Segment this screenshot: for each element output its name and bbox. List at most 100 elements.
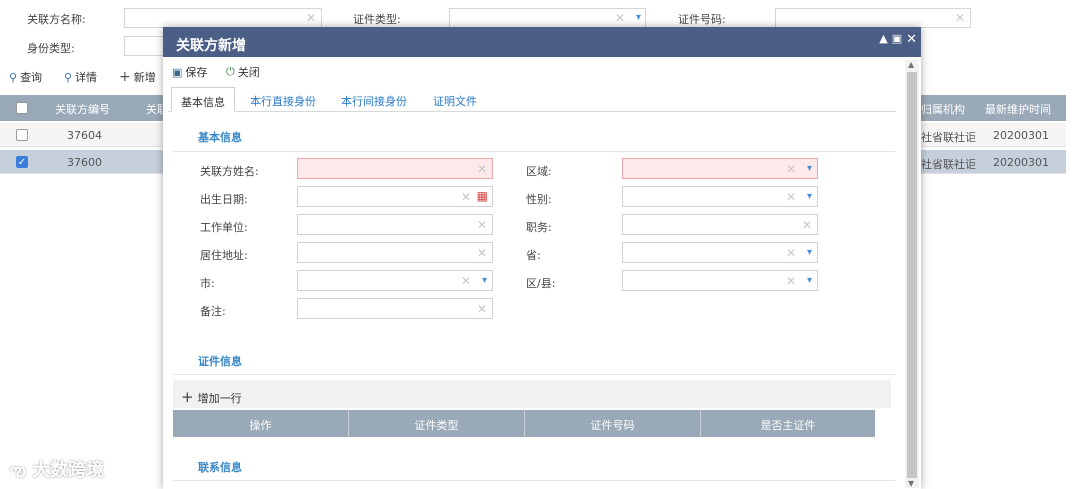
clear-icon[interactable]: ✕ <box>786 191 796 203</box>
identity-type-select[interactable] <box>124 36 164 56</box>
close-icon[interactable]: ✕ <box>906 32 917 47</box>
scroll-down-icon[interactable]: ▼ <box>908 479 914 488</box>
add-label: 新增 <box>133 71 156 84</box>
section-contact-info: 联系信息 <box>198 461 242 474</box>
clear-icon[interactable]: ✕ <box>477 219 487 231</box>
province-select[interactable]: ✕ ▾ <box>622 242 818 263</box>
divider <box>173 151 895 152</box>
clear-icon[interactable]: ✕ <box>306 12 316 24</box>
watermark-icon: ఌ <box>10 460 26 481</box>
employer-input[interactable]: ✕ <box>297 214 493 235</box>
cert-type-select[interactable]: ✕ ▾ <box>449 8 646 28</box>
divider <box>173 480 895 481</box>
row-checkbox[interactable] <box>16 129 28 141</box>
save-icon: ▣ <box>172 65 183 79</box>
row-org: 社省联社讵 <box>921 158 976 171</box>
column-header[interactable]: 证件号码 <box>525 417 700 433</box>
chevron-down-icon[interactable]: ▾ <box>636 12 641 23</box>
clear-icon[interactable]: ✕ <box>461 275 471 287</box>
tab-indirect-identity[interactable]: 本行间接身份 <box>332 87 416 112</box>
dialog-tabs: 基本信息 本行直接身份 本行间接身份 证明文件 <box>168 87 896 112</box>
collapse-icon[interactable]: ▲ <box>879 32 887 47</box>
region-select[interactable]: ✕ ▾ <box>622 158 818 179</box>
close-button[interactable]: ⏻ 关闭 <box>226 64 260 80</box>
detail-button[interactable]: ⚲ 详情 <box>64 69 97 85</box>
name-label: 关联方姓名: <box>200 165 259 178</box>
clear-icon[interactable]: ✕ <box>786 163 796 175</box>
row-checkbox[interactable]: ✓ <box>16 156 28 168</box>
close-label: 关闭 <box>237 66 260 79</box>
watermark-logo: ఌ 大数跨境 <box>10 456 104 485</box>
chevron-down-icon[interactable]: ▾ <box>807 191 812 202</box>
birth-date-input[interactable]: ✕ ▦ <box>297 186 493 207</box>
dialog-title-bar[interactable]: 关联方新增 ▲ ▣ ✕ <box>163 27 921 57</box>
column-header[interactable]: 证件类型 <box>349 417 524 433</box>
dialog-toolbar: ▣ 保存 ⏻ 关闭 <box>163 57 921 84</box>
province-label: 省: <box>526 249 541 262</box>
clear-icon[interactable]: ✕ <box>786 275 796 287</box>
calendar-icon[interactable]: ▦ <box>477 189 488 203</box>
name-input[interactable]: ✕ <box>297 158 493 179</box>
tab-direct-identity[interactable]: 本行直接身份 <box>241 87 325 112</box>
cert-no-label: 证件号码: <box>678 13 726 26</box>
city-select[interactable]: ✕ ▾ <box>297 270 493 291</box>
chevron-down-icon[interactable]: ▾ <box>807 163 812 174</box>
birth-date-label: 出生日期: <box>200 193 248 206</box>
chevron-down-icon[interactable]: ▾ <box>807 275 812 286</box>
row-id: 37604 <box>67 129 102 142</box>
position-input[interactable]: ✕ <box>622 214 818 235</box>
watermark-text: 大数跨境 <box>32 460 105 481</box>
chevron-down-icon[interactable]: ▾ <box>807 247 812 258</box>
employer-label: 工作单位: <box>200 221 248 234</box>
select-all-checkbox[interactable] <box>16 102 28 114</box>
clear-icon[interactable]: ✕ <box>461 191 471 203</box>
related-party-name-input[interactable]: ✕ <box>124 8 322 28</box>
section-cert-info: 证件信息 <box>198 355 242 368</box>
column-header[interactable]: 操作 <box>173 417 348 433</box>
column-header[interactable]: 是否主证件 <box>701 417 875 433</box>
clear-icon[interactable]: ✕ <box>477 247 487 259</box>
scrollbar-thumb[interactable] <box>907 72 917 478</box>
save-label: 保存 <box>185 66 208 79</box>
row-org: 社省联社讵 <box>921 131 976 144</box>
clear-icon[interactable]: ✕ <box>477 163 487 175</box>
cert-no-input[interactable]: ✕ <box>775 8 971 28</box>
position-label: 职务: <box>526 221 552 234</box>
divider <box>173 374 895 375</box>
clear-icon[interactable]: ✕ <box>802 219 812 231</box>
gender-label: 性别: <box>526 193 552 206</box>
dialog-scrollbar[interactable]: ▲ ▼ <box>905 60 919 488</box>
add-button[interactable]: + 新增 <box>119 69 156 85</box>
section-basic-info: 基本信息 <box>198 131 242 144</box>
identity-type-label: 身份类型: <box>27 42 75 55</box>
district-select[interactable]: ✕ ▾ <box>622 270 818 291</box>
save-button[interactable]: ▣ 保存 <box>172 64 207 80</box>
clear-icon[interactable]: ✕ <box>477 303 487 315</box>
add-row-label: 增加一行 <box>197 391 242 405</box>
scroll-up-icon[interactable]: ▲ <box>908 60 914 69</box>
city-label: 市: <box>200 277 215 290</box>
cert-table-header: 操作 证件类型 证件号码 是否主证件 <box>173 410 875 437</box>
related-party-name-label: 关联方名称: <box>27 13 86 26</box>
row-id: 37600 <box>67 156 102 169</box>
clear-icon[interactable]: ✕ <box>786 247 796 259</box>
clear-icon[interactable]: ✕ <box>955 12 965 24</box>
row-time: 20200301 <box>993 129 1049 142</box>
clear-icon[interactable]: ✕ <box>615 12 625 24</box>
add-row-button[interactable]: + 增加一行 <box>173 380 891 408</box>
column-header[interactable]: 归属机构 <box>921 101 965 117</box>
column-header[interactable]: 最新维护时间 <box>985 101 1051 117</box>
remark-input[interactable]: ✕ <box>297 298 493 319</box>
column-header[interactable]: 关联方编号 <box>55 101 110 117</box>
remark-label: 备注: <box>200 305 226 318</box>
address-input[interactable]: ✕ <box>297 242 493 263</box>
query-button[interactable]: ⚲ 查询 <box>9 69 42 85</box>
plus-icon: + <box>119 69 131 85</box>
power-icon: ⏻ <box>226 65 235 78</box>
tab-proof-files[interactable]: 证明文件 <box>424 87 486 112</box>
maximize-icon[interactable]: ▣ <box>892 32 902 47</box>
cert-type-label: 证件类型: <box>353 13 401 26</box>
tab-basic-info[interactable]: 基本信息 <box>171 87 235 112</box>
chevron-down-icon[interactable]: ▾ <box>482 275 487 286</box>
gender-select[interactable]: ✕ ▾ <box>622 186 818 207</box>
